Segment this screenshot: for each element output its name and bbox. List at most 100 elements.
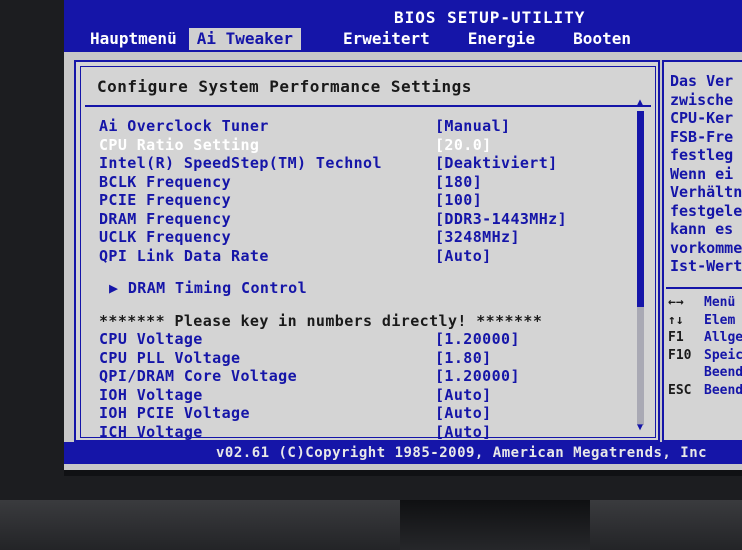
scroll-down-arrow-icon[interactable]: ▼ [635,422,645,433]
setting-cpu-voltage[interactable]: CPU Voltage [1.20000] [99,330,619,349]
setting-value[interactable]: [Auto] [435,404,492,422]
setting-value[interactable]: [Manual] [435,117,510,135]
key-row: F10 Speic [668,347,742,365]
key-name: F1 [668,330,684,345]
help-text: Das Ver zwische CPU-Ker FSB-Fre festleg … [670,72,742,276]
tab-hauptmenu[interactable]: Hauptmenü [82,28,185,50]
help-line: Ist-Wert [670,257,742,275]
scroll-thumb[interactable] [637,111,644,307]
setting-speedstep[interactable]: Intel(R) SpeedStep(TM) Technol [Deaktivi… [99,154,619,173]
setting-value[interactable]: [1.20000] [435,330,520,348]
footer-bar: v02.61 (C)Copyright 1985-2009, American … [64,442,742,464]
help-divider [666,287,742,289]
key-desc: Beende [704,365,742,380]
desk-surface [0,500,742,550]
setting-label: CPU Voltage [99,330,203,348]
setting-value[interactable]: [100] [435,191,482,209]
help-line: Das Ver [670,72,734,90]
key-desc: Menü [704,295,736,310]
setting-label: QPI/DRAM Core Voltage [99,367,298,385]
help-line: CPU-Ker [670,109,734,127]
setting-qpi-link-rate[interactable]: QPI Link Data Rate [Auto] [99,247,619,266]
setting-value[interactable]: [1.20000] [435,367,520,385]
key-desc: Beend [704,382,742,398]
setting-label: CPU PLL Voltage [99,348,241,367]
key-desc: Speic [704,347,742,363]
setting-pcie-frequency[interactable]: PCIE Frequency [100] [99,191,619,210]
notice-text: ******* Please key in numbers directly! … [99,311,543,330]
setting-label: BCLK Frequency [99,172,232,191]
settings-list: Ai Overclock Tuner [Manual] CPU Ratio Se… [99,117,619,441]
title-bar: BIOS SETUP-UTILITY [64,0,742,28]
setting-value[interactable]: [Deaktiviert] [435,154,558,172]
setting-label: IOH Voltage [99,385,203,404]
setting-ioh-pcie-voltage[interactable]: IOH PCIE Voltage [Auto] [99,404,619,423]
copyright-text: v02.61 (C)Copyright 1985-2009, American … [216,445,708,461]
setting-ich-voltage[interactable]: ICH Voltage [Auto] [99,423,619,442]
setting-value[interactable]: [3248MHz] [435,228,520,246]
setting-value[interactable]: [DDR3-1443MHz] [435,210,567,228]
monitor-stand [400,500,590,550]
help-panel: Das Ver zwische CPU-Ker FSB-Fre festleg … [662,60,742,442]
section-divider [85,105,651,107]
key-legend: ←→ Menü ↑↓ Elem F1 Allge F10 Speic Beende ES… [668,294,742,399]
bios-screen: BIOS SETUP-UTILITY Hauptmenü Ai Tweaker … [64,0,742,476]
scrollbar[interactable]: ▲ ▼ [635,97,645,433]
tab-bar: Hauptmenü Ai Tweaker Erweitert Energie B… [64,28,742,52]
app-title: BIOS SETUP-UTILITY [394,8,586,27]
key-name: ←→ [668,295,684,310]
setting-ai-overclock-tuner[interactable]: Ai Overclock Tuner [Manual] [99,117,619,136]
setting-label: Ai Overclock Tuner [99,117,269,135]
help-line: vorkommen [670,238,742,257]
help-line: Wenn ei [670,164,734,183]
key-row: ↑↓ Elem [668,312,742,330]
key-desc: Allge [704,330,742,345]
section-title: Configure System Performance Settings [97,77,472,96]
setting-label: UCLK Frequency [99,228,232,246]
setting-label: IOH PCIE Voltage [99,404,250,422]
submenu-dram-timing-control[interactable]: ▶ DRAM Timing Control [99,279,619,298]
tab-ai-tweaker[interactable]: Ai Tweaker [188,28,302,50]
tab-booten[interactable]: Booten [565,28,639,50]
submenu-label: ▶ DRAM Timing Control [109,279,308,297]
setting-uclk-frequency[interactable]: UCLK Frequency [3248MHz] [99,228,619,247]
setting-value[interactable]: [20.0] [435,136,492,154]
setting-value[interactable]: [180] [435,173,482,191]
setting-value[interactable]: [Auto] [435,423,492,441]
setting-label: DRAM Frequency [99,209,232,228]
help-line: Verhältn [670,183,742,201]
key-name: ↑↓ [668,312,684,328]
key-desc: Elem [704,312,736,328]
scroll-track[interactable] [637,307,644,425]
key-row: F1 Allge [668,329,742,347]
voltage-notice: ******* Please key in numbers directly! … [99,312,619,331]
setting-label: PCIE Frequency [99,191,232,209]
setting-ioh-voltage[interactable]: IOH Voltage [Auto] [99,386,619,405]
setting-value[interactable]: [1.80] [435,349,492,367]
help-line: kann es [670,220,734,238]
tab-energie[interactable]: Energie [460,28,543,50]
setting-bclk-frequency[interactable]: BCLK Frequency [180] [99,173,619,192]
scroll-up-arrow-icon[interactable]: ▲ [635,97,645,108]
key-row: ←→ Menü [668,294,742,312]
help-line: FSB-Fre [670,127,734,146]
setting-value[interactable]: [Auto] [435,386,492,404]
setting-label: CPU Ratio Setting [99,135,260,154]
setting-qpi-dram-core-voltage[interactable]: QPI/DRAM Core Voltage [1.20000] [99,367,619,386]
help-line: festleg [670,146,734,164]
setting-label: Intel(R) SpeedStep(TM) Technol [99,154,382,172]
setting-label: ICH Voltage [99,422,203,441]
help-line: zwische [670,90,734,109]
tab-erweitert[interactable]: Erweitert [335,28,438,50]
help-line: festgele [670,201,742,220]
key-row: ESC Beend [668,382,742,400]
setting-dram-frequency[interactable]: DRAM Frequency [DDR3-1443MHz] [99,210,619,229]
setting-cpu-pll-voltage[interactable]: CPU PLL Voltage [1.80] [99,349,619,368]
setting-value[interactable]: [Auto] [435,247,492,265]
setting-cpu-ratio[interactable]: CPU Ratio Setting [20.0] [99,136,619,155]
settings-panel: Configure System Performance Settings Ai… [74,60,660,442]
key-row: Beende [668,364,742,382]
settings-panel-inner: Configure System Performance Settings Ai… [80,66,656,441]
setting-label: QPI Link Data Rate [99,246,269,265]
